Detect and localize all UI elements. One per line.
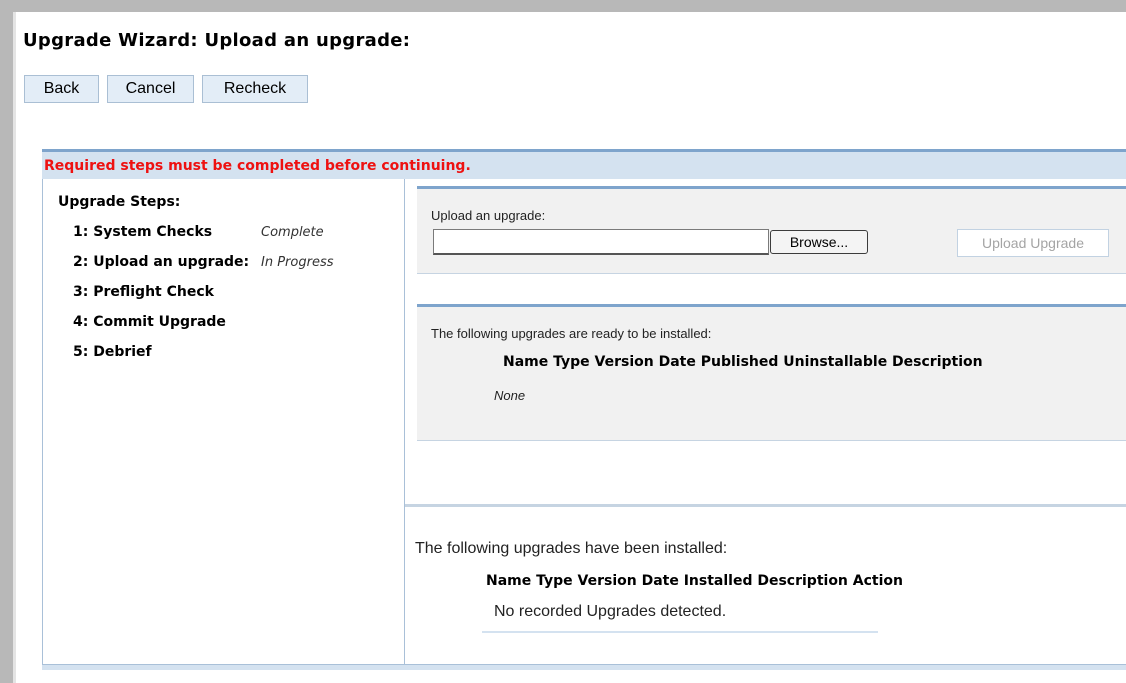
wizard-bottom-bar <box>42 664 1126 670</box>
warning-message: Required steps must be completed before … <box>44 158 471 174</box>
upload-label: Upload an upgrade: <box>431 208 546 223</box>
window-frame-left-inner <box>13 12 16 683</box>
step-preflight-check: 3: Preflight Check <box>73 284 214 300</box>
back-button[interactable]: Back <box>24 75 99 103</box>
steps-heading: Upgrade Steps: <box>58 194 181 210</box>
step-system-checks: 1: System Checks <box>73 224 213 240</box>
step-upload-upgrade: 2: Upload an upgrade: <box>73 254 250 270</box>
wizard-panel: Required steps must be completed before … <box>42 149 1126 670</box>
cancel-button[interactable]: Cancel <box>107 75 194 103</box>
installed-upgrades-divider <box>482 631 878 633</box>
content-area: Upload an upgrade: Browse... Upload Upgr… <box>405 179 1126 664</box>
recheck-button[interactable]: Recheck <box>202 75 308 103</box>
step-debrief: 5: Debrief <box>73 344 152 360</box>
warning-bar: Required steps must be completed before … <box>42 149 1126 179</box>
installed-upgrades-label: The following upgrades have been install… <box>415 540 728 557</box>
step-status-upload-upgrade: In Progress <box>261 255 334 270</box>
window-frame-top <box>0 0 1126 12</box>
steps-panel: Upgrade Steps: 1: System Checks Complete… <box>42 179 405 664</box>
installed-upgrades-section: The following upgrades have been install… <box>405 504 1126 664</box>
browse-button[interactable]: Browse... <box>770 230 868 254</box>
ready-upgrades-column-headers: Name Type Version Date Published Uninsta… <box>503 354 983 370</box>
installed-upgrades-column-headers: Name Type Version Date Installed Descrip… <box>486 573 903 589</box>
file-path-input[interactable] <box>433 229 769 255</box>
ready-upgrades-label: The following upgrades are ready to be i… <box>431 326 712 341</box>
step-commit-upgrade: 4: Commit Upgrade <box>73 314 226 330</box>
ready-upgrades-empty: None <box>494 388 526 403</box>
page-title: Upgrade Wizard: Upload an upgrade: <box>23 30 411 51</box>
installed-upgrades-empty: No recorded Upgrades detected. <box>494 603 727 620</box>
upload-section: Upload an upgrade: Browse... Upload Upgr… <box>417 186 1126 274</box>
toolbar: Back Cancel Recheck <box>24 75 308 103</box>
ready-upgrades-section: The following upgrades are ready to be i… <box>417 304 1126 441</box>
upload-upgrade-button[interactable]: Upload Upgrade <box>957 229 1109 257</box>
window-frame-left <box>0 0 13 683</box>
step-status-system-checks: Complete <box>261 225 324 240</box>
